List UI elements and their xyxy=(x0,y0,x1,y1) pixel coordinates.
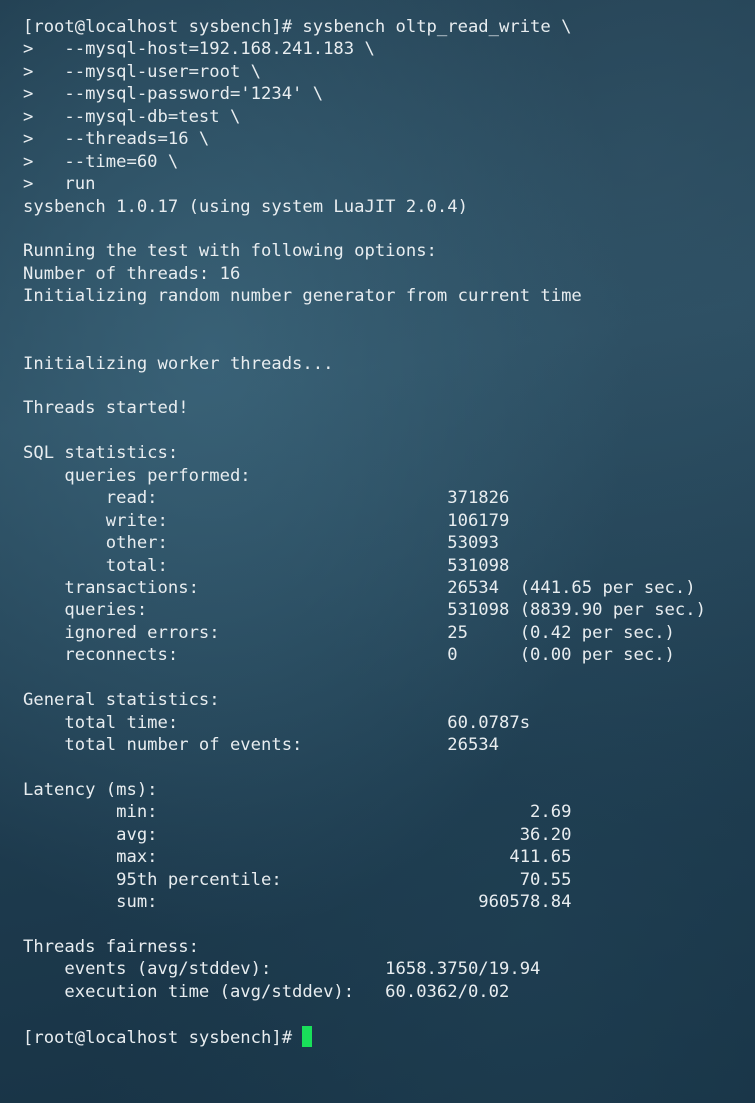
terminal-line: min: 2.69 xyxy=(23,802,572,823)
terminal-line: read: 371826 xyxy=(23,488,510,509)
terminal-line: total: 531098 xyxy=(23,555,510,576)
terminal-line: Threads fairness: xyxy=(23,936,199,957)
terminal-line: > --mysql-user=root \ xyxy=(23,61,261,82)
terminal-line: > --mysql-host=192.168.241.183 \ xyxy=(23,39,375,60)
terminal-line: max: 411.65 xyxy=(23,847,572,868)
terminal-output: [root@localhost sysbench]# sysbench oltp… xyxy=(23,16,706,1048)
terminal-line: General statistics: xyxy=(23,690,220,711)
terminal-line: write: 106179 xyxy=(23,510,510,531)
prompt-line[interactable]: [root@localhost sysbench]# xyxy=(23,1025,706,1048)
terminal-line: transactions: 26534 (441.65 per sec.) xyxy=(23,577,696,598)
terminal-line: Number of threads: 16 xyxy=(23,263,241,284)
terminal-line: SQL statistics: xyxy=(23,443,179,464)
terminal-line: > run xyxy=(23,174,96,195)
terminal-line: > --mysql-db=test \ xyxy=(23,106,241,127)
terminal-line: avg: 36.20 xyxy=(23,824,572,845)
terminal-line: Running the test with following options: xyxy=(23,241,437,262)
terminal-line: total time: 60.0787s xyxy=(23,712,531,733)
terminal-line: > --time=60 \ xyxy=(23,151,179,172)
terminal-window[interactable]: [root@localhost sysbench]# sysbench oltp… xyxy=(0,0,755,1103)
terminal-line: Threads started! xyxy=(23,398,189,419)
terminal-line: sysbench 1.0.17 (using system LuaJIT 2.0… xyxy=(23,196,468,217)
terminal-line: queries: 531098 (8839.90 per sec.) xyxy=(23,600,706,621)
terminal-line: Initializing worker threads... xyxy=(23,353,334,374)
terminal-line: reconnects: 0 (0.00 per sec.) xyxy=(23,645,675,666)
terminal-line: queries performed: xyxy=(23,465,251,486)
terminal-line: > --threads=16 \ xyxy=(23,129,210,150)
text-cursor xyxy=(302,1025,313,1047)
terminal-line: Initializing random number generator fro… xyxy=(23,286,582,307)
terminal-line: other: 53093 xyxy=(23,533,499,554)
terminal-line: total number of events: 26534 xyxy=(23,735,499,755)
terminal-line: events (avg/stddev): 1658.3750/19.94 xyxy=(23,959,541,980)
shell-prompt: [root@localhost sysbench]# xyxy=(23,1027,303,1048)
terminal-line: [root@localhost sysbench]# sysbench oltp… xyxy=(23,17,572,37)
terminal-line: sum: 960578.84 xyxy=(23,892,572,913)
terminal-line: Latency (ms): xyxy=(23,779,158,800)
terminal-line: 95th percentile: 70.55 xyxy=(23,869,572,890)
terminal-line: execution time (avg/stddev): 60.0362/0.0… xyxy=(23,981,510,1002)
terminal-line: ignored errors: 25 (0.42 per sec.) xyxy=(23,622,675,643)
terminal-line: > --mysql-password='1234' \ xyxy=(23,84,324,105)
